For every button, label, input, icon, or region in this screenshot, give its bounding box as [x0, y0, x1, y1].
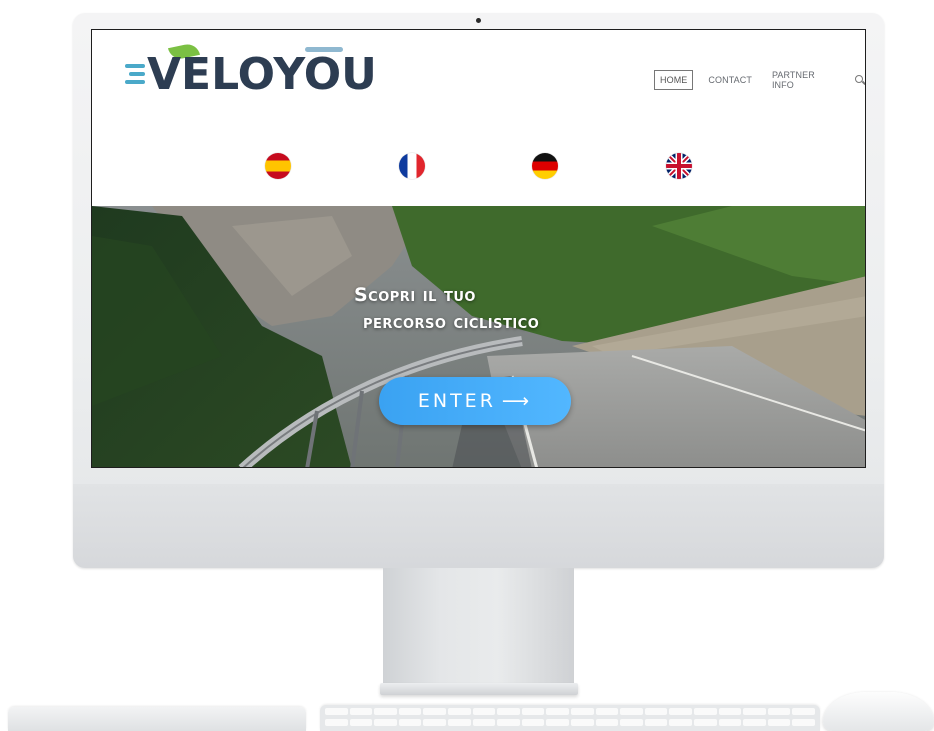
imac-stand-foot: [380, 683, 578, 695]
main-nav: HOME CONTACT PARTNER INFO: [654, 66, 865, 94]
keyboard-key: [644, 719, 668, 726]
keyboard-key: [374, 719, 397, 726]
hero-banner: Scopri il tuo percorso ciclistico ENTER …: [92, 206, 865, 467]
keyboard-key: [743, 719, 766, 726]
keyboard-key: [571, 708, 594, 715]
keyboard: [320, 705, 820, 731]
keyboard-key: [792, 708, 815, 715]
keyboard-key: [398, 708, 422, 715]
keyboard-key: [325, 719, 348, 726]
keyboard-key: [669, 708, 692, 715]
keyboard-key: [521, 708, 545, 715]
keyboard-key: [644, 708, 668, 715]
keyboard-key: [743, 708, 766, 715]
keyboard-key: [546, 708, 569, 715]
keyboard-key: [472, 708, 496, 715]
keyboard-key: [448, 719, 471, 726]
logo-text: VELOYOU: [147, 49, 377, 100]
nav-home[interactable]: HOME: [654, 70, 694, 90]
hero-title-line1: Scopri il tuo: [354, 284, 476, 306]
keyboard-key: [423, 719, 446, 726]
enter-button[interactable]: ENTER ⟶: [379, 377, 571, 425]
keyboard-key: [767, 719, 791, 726]
camera-icon: [476, 18, 481, 23]
germany-flag-icon[interactable]: [532, 153, 558, 179]
keyboard-key: [792, 719, 815, 726]
mouse: [823, 692, 934, 731]
keyboard-key: [472, 719, 496, 726]
enter-button-label: ENTER: [417, 390, 496, 412]
mountain-road-image: [92, 206, 865, 467]
keyboard-key: [718, 708, 742, 715]
keyboard-key: [497, 719, 520, 726]
keyboard-key: [423, 708, 446, 715]
nav-contact[interactable]: CONTACT: [703, 71, 757, 89]
language-selector: [92, 153, 865, 183]
keyboard-key: [448, 708, 471, 715]
uk-flag-icon[interactable]: [666, 153, 692, 179]
search-icon[interactable]: [855, 75, 865, 85]
trackpad: [8, 707, 306, 731]
keyboard-key: [718, 719, 742, 726]
keyboard-key: [595, 708, 619, 715]
keyboard-key: [620, 719, 643, 726]
website-screen: VELOYOU HOME CONTACT PARTNER INFO Scopri…: [91, 29, 866, 468]
keyboard-key: [595, 719, 619, 726]
keyboard-key: [521, 719, 545, 726]
keyboard-key: [767, 708, 791, 715]
keyboard-key: [694, 719, 717, 726]
keyboard-key: [497, 708, 520, 715]
keyboard-key: [620, 708, 643, 715]
keyboard-key: [571, 719, 594, 726]
hero-title-line2: percorso ciclistico: [363, 311, 540, 333]
spain-flag-icon[interactable]: [265, 153, 291, 179]
keyboard-key: [325, 708, 348, 715]
france-flag-icon[interactable]: [399, 153, 425, 179]
keyboard-key: [669, 719, 692, 726]
arrow-right-icon: ⟶: [501, 390, 533, 412]
keyboard-key: [349, 708, 373, 715]
keyboard-key: [398, 719, 422, 726]
nav-partner-info[interactable]: PARTNER INFO: [767, 66, 841, 94]
keyboard-key: [374, 708, 397, 715]
keyboard-key: [349, 719, 373, 726]
hero-title: Scopri il tuo percorso ciclistico: [354, 282, 539, 336]
imac-stand: [383, 568, 574, 690]
keyboard-key: [694, 708, 717, 715]
keyboard-key: [546, 719, 569, 726]
imac-chin: [73, 484, 884, 568]
